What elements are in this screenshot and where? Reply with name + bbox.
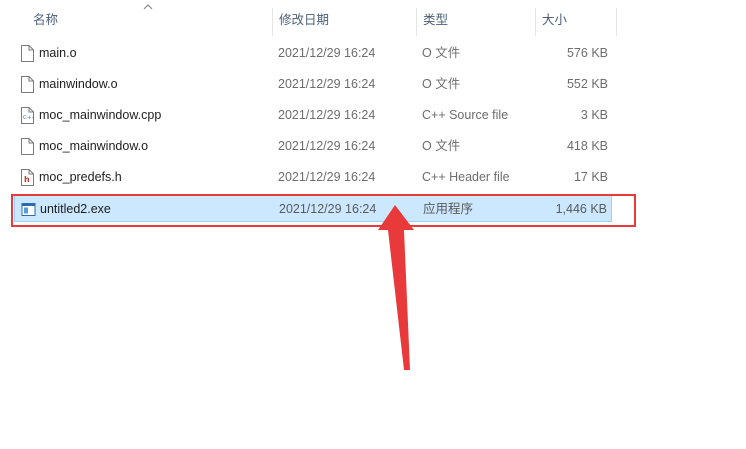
file-row[interactable]: C++ moc_mainwindow.cpp 2021/12/29 16:24 C++…	[14, 102, 612, 129]
file-row[interactable]: main.o 2021/12/29 16:24 O 文件 576 KB	[14, 40, 612, 67]
file-name: mainwindow.o	[39, 77, 118, 91]
sort-ascending-icon	[143, 4, 153, 10]
file-size: 418 KB	[566, 139, 608, 153]
svg-text:C++: C++	[23, 115, 34, 121]
annotation-highlight-box	[11, 194, 636, 227]
file-type: O 文件	[422, 139, 461, 153]
cpp-file-icon: C++	[20, 107, 36, 124]
file-name: moc_predefs.h	[39, 170, 122, 184]
file-type: C++ Source file	[422, 108, 509, 122]
file-date: 2021/12/29 16:24	[278, 108, 376, 122]
file-row[interactable]: mainwindow.o 2021/12/29 16:24 O 文件 552 KB	[14, 71, 612, 98]
file-size: 3 KB	[580, 108, 608, 122]
column-header: 名称 修改日期 类型 大小	[0, 0, 746, 36]
file-size: 552 KB	[566, 77, 608, 91]
header-file-icon: h	[20, 169, 34, 186]
blank-file-icon	[20, 138, 34, 155]
file-date: 2021/12/29 16:24	[278, 170, 376, 184]
column-type-header[interactable]: 类型	[423, 0, 448, 36]
file-size: 576 KB	[566, 46, 608, 60]
file-date: 2021/12/29 16:24	[278, 77, 376, 91]
file-type: C++ Header file	[422, 170, 510, 184]
file-row[interactable]: h moc_predefs.h 2021/12/29 16:24 C++ Header…	[14, 164, 612, 191]
file-row[interactable]: moc_mainwindow.o 2021/12/29 16:24 O 文件 418 …	[14, 133, 612, 160]
column-divider[interactable]	[535, 8, 536, 36]
file-type: O 文件	[422, 46, 461, 60]
file-type: O 文件	[422, 77, 461, 91]
blank-file-icon	[20, 76, 34, 93]
column-name-header[interactable]: 名称	[33, 0, 58, 36]
column-size-header[interactable]: 大小	[542, 0, 567, 36]
file-date: 2021/12/29 16:24	[278, 139, 376, 153]
column-divider[interactable]	[416, 8, 417, 36]
file-name: main.o	[39, 46, 77, 60]
column-divider[interactable]	[616, 8, 617, 36]
column-date-header[interactable]: 修改日期	[279, 0, 329, 36]
file-name: moc_mainwindow.cpp	[39, 108, 162, 122]
blank-file-icon	[20, 45, 34, 62]
file-size: 17 KB	[573, 170, 608, 184]
column-divider[interactable]	[272, 8, 273, 36]
file-date: 2021/12/29 16:24	[278, 46, 376, 60]
svg-text:h: h	[24, 175, 30, 184]
file-name: moc_mainwindow.o	[39, 139, 149, 153]
